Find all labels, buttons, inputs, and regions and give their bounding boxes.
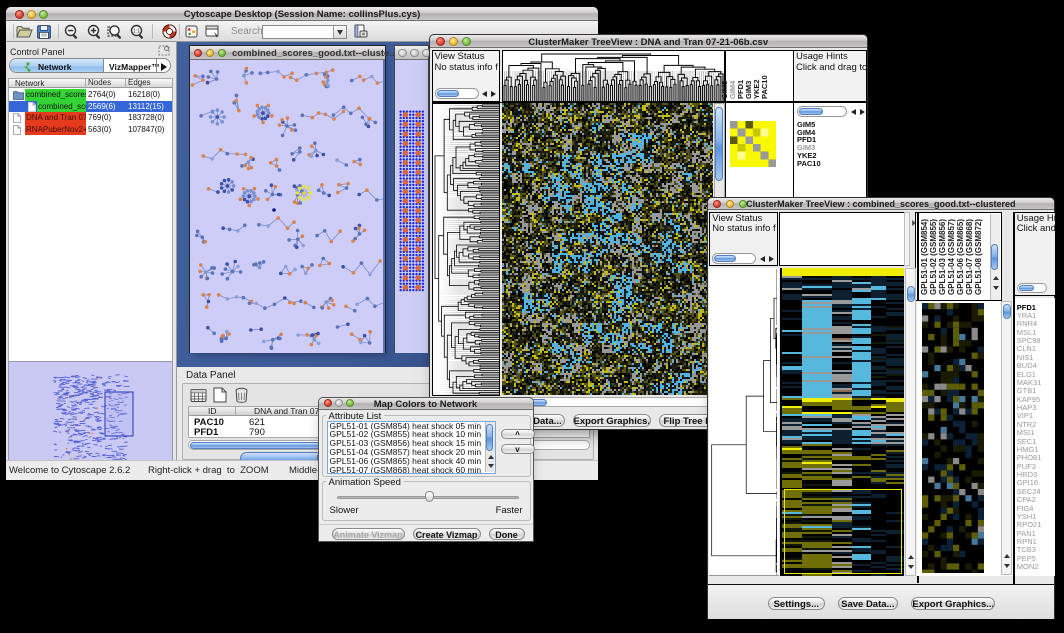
svg-text:1:1: 1:1	[133, 29, 140, 35]
